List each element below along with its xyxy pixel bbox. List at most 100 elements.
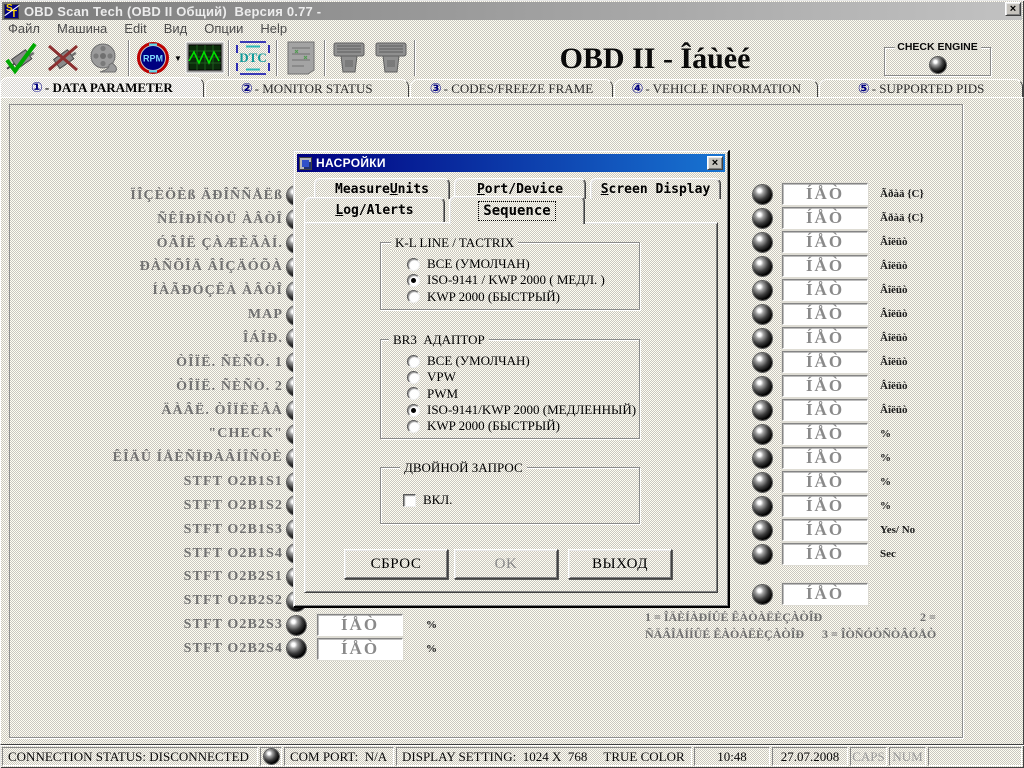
dialog-icon bbox=[299, 157, 312, 170]
toolbar-separator bbox=[276, 40, 278, 76]
window-close-button[interactable]: × bbox=[1005, 2, 1021, 16]
parameter-value-box: ÍÅÒ bbox=[782, 423, 868, 445]
radio-option[interactable]: ISO-9141/KWP 2000 (МЕДЛЕННЫЙ) bbox=[381, 402, 639, 418]
rpm-button[interactable]: RPM bbox=[132, 39, 174, 77]
radio-button[interactable] bbox=[407, 258, 420, 271]
dialog-tab-sequence[interactable]: Sequence bbox=[449, 196, 585, 224]
radio-button[interactable] bbox=[407, 274, 420, 287]
parameter-label: STFT O2B1S4 bbox=[0, 546, 283, 562]
parameter-unit: Ãðàä {C} bbox=[880, 212, 924, 224]
parameter-label: ÒÎÏË. ÑÈÑÒ. 2 bbox=[0, 379, 283, 395]
radio-option[interactable]: VPW bbox=[381, 369, 639, 385]
rpm-icon: RPM bbox=[135, 40, 171, 76]
parameter-row: ÍÅÒ Âîëüò bbox=[753, 350, 924, 374]
radio-option[interactable]: PWM bbox=[381, 386, 639, 402]
titlebar: S T OBD Scan Tech (OBD II Общий) Версия … bbox=[2, 2, 1022, 20]
enable-checkbox[interactable] bbox=[403, 494, 416, 507]
memory-chip-button[interactable] bbox=[280, 39, 322, 77]
tab-data-parameter[interactable]: ① - DATA PARAMETER bbox=[0, 77, 204, 97]
radio-option[interactable]: KWP 2000 (БЫСТРЫЙ) bbox=[381, 289, 639, 305]
statusbar: CONNECTION STATUS: DISCONNECTED COM PORT… bbox=[0, 745, 1024, 768]
parameter-value-box: ÍÅÒ bbox=[782, 519, 868, 541]
parameter-unit: Âîëüò bbox=[880, 380, 908, 392]
connect-button[interactable] bbox=[0, 39, 42, 77]
radio-button[interactable] bbox=[407, 371, 420, 384]
tab-vehicle-information[interactable]: ④ - VEHICLE INFORMATION bbox=[614, 79, 818, 97]
tab-supported-pids[interactable]: ⑤ - SUPPORTED PIDS bbox=[819, 79, 1023, 97]
check-engine-label: CHECK ENGINE bbox=[894, 41, 981, 53]
parameter-label: STFT O2B1S3 bbox=[0, 522, 283, 538]
parameter-label: ÐÀÑÕÎÄ ÂÎÇÄÓÕÀ bbox=[0, 259, 283, 275]
dtc-button[interactable]: DTC bbox=[232, 39, 274, 77]
dialog-close-button[interactable]: × bbox=[707, 156, 723, 170]
svg-text:DTC: DTC bbox=[239, 50, 266, 65]
radio-label: KWP 2000 (БЫСТРЫЙ) bbox=[427, 289, 560, 305]
statusbar-spacer bbox=[928, 747, 1022, 766]
radio-button[interactable] bbox=[407, 420, 420, 433]
parameter-row: ÍÅÒ Sec bbox=[753, 542, 924, 566]
parameter-value-box: ÍÅÒ bbox=[782, 231, 868, 253]
parameter-row: ÍÅÒ Âîëüò bbox=[753, 254, 924, 278]
toolbar: RPM ▼ DTC bbox=[0, 38, 440, 78]
menu-options[interactable]: Опции bbox=[204, 21, 243, 37]
radio-button[interactable] bbox=[407, 290, 420, 303]
dialog-tab-log-alerts[interactable]: Log/Alerts bbox=[304, 197, 445, 223]
radio-option[interactable]: ISO-9141 / KWP 2000 ( МЕДЛ. ) bbox=[381, 272, 639, 288]
radio-button[interactable] bbox=[407, 387, 420, 400]
parameter-unit: Âîëüò bbox=[880, 332, 908, 344]
app-icon: S T bbox=[4, 4, 19, 19]
dialog-tab-screen-display[interactable]: Screen Display bbox=[590, 178, 721, 199]
oscilloscope-button[interactable] bbox=[184, 39, 226, 77]
record-log-button[interactable] bbox=[84, 39, 126, 77]
disconnect-button[interactable] bbox=[42, 39, 84, 77]
toolbar-separator bbox=[228, 40, 230, 76]
parameter-unit: Âîëüò bbox=[880, 404, 908, 416]
parameter-led bbox=[753, 329, 772, 348]
radio-option[interactable]: ВСЕ (УМОЛЧАН) bbox=[381, 353, 639, 369]
parameter-led bbox=[753, 233, 772, 252]
menu-file[interactable]: Файл bbox=[8, 21, 40, 37]
catalyst-legend: 1 = ÎÄÈÍÀÐÍÛÉ ÊÀÒÀËÈÇÀÒÎÐ2 = ÑÄÂÎÅÍÍÛÉ Ê… bbox=[645, 610, 985, 642]
parameter-label: STFT O2B1S2 bbox=[0, 498, 283, 514]
parameter-unit: Âîëüò bbox=[880, 308, 908, 320]
dialog-tab-measure-units[interactable]: Measure Units bbox=[314, 178, 450, 199]
radio-button[interactable] bbox=[407, 355, 420, 368]
dual-request-group: ДВОЙНОЙ ЗАПРОС ВКЛ. bbox=[380, 467, 640, 524]
parameter-value-box: ÍÅÒ bbox=[782, 399, 868, 421]
date: 27.07.2008 bbox=[772, 747, 848, 766]
radio-option[interactable]: ВСЕ (УМОЛЧАН) bbox=[381, 256, 639, 272]
main-tabstrip: ① - DATA PARAMETER ② - MONITOR STATUS ③ … bbox=[0, 79, 1024, 97]
connection-led-panel bbox=[260, 747, 282, 766]
toolbar-separator bbox=[324, 40, 326, 76]
parameter-unit: % bbox=[426, 643, 437, 655]
menu-edit[interactable]: Edit bbox=[124, 21, 146, 37]
rpm-dropdown-arrow[interactable]: ▼ bbox=[174, 54, 184, 63]
menu-help[interactable]: Help bbox=[260, 21, 287, 37]
parameter-row: ÍÅÒ Âîëüò bbox=[753, 302, 924, 326]
parameter-value-box: ÍÅÒ bbox=[782, 583, 868, 605]
parameter-label: STFT O2B2S1 bbox=[0, 569, 283, 585]
parameter-value-box: ÍÅÒ bbox=[782, 543, 868, 565]
parameter-led bbox=[753, 377, 772, 396]
checkbox-option[interactable]: ВКЛ. bbox=[381, 492, 639, 508]
tab-monitor-status[interactable]: ② - MONITOR STATUS bbox=[205, 79, 409, 97]
radio-label: PWM bbox=[427, 386, 458, 402]
obd-plug-a-button[interactable] bbox=[328, 39, 370, 77]
radio-option[interactable]: KWP 2000 (БЫСТРЫЙ) bbox=[381, 418, 639, 434]
parameter-unit: Âîëüò bbox=[880, 236, 908, 248]
tab-codes-freeze-frame[interactable]: ③ - CODES/FREEZE FRAME bbox=[410, 79, 614, 97]
parameter-led bbox=[753, 401, 772, 420]
parameter-unit: Âîëüò bbox=[880, 260, 908, 272]
parameter-value-box: ÍÅÒ bbox=[317, 614, 403, 636]
connect-icon bbox=[2, 41, 40, 75]
parameter-unit: Âîëüò bbox=[880, 356, 908, 368]
menu-machine[interactable]: Машина bbox=[57, 21, 107, 37]
com-port-status: COM PORT: N/A bbox=[284, 747, 394, 766]
radio-button[interactable] bbox=[407, 404, 420, 417]
parameter-row: ÍÅÒ Âîëüò bbox=[753, 278, 924, 302]
menu-view[interactable]: Вид bbox=[164, 21, 188, 37]
parameter-row: ÍÅÒ % bbox=[753, 446, 924, 470]
obd-plug-b-button[interactable] bbox=[370, 39, 412, 77]
svg-text:RPM: RPM bbox=[143, 54, 163, 64]
parameter-unit: Sec bbox=[880, 548, 896, 560]
